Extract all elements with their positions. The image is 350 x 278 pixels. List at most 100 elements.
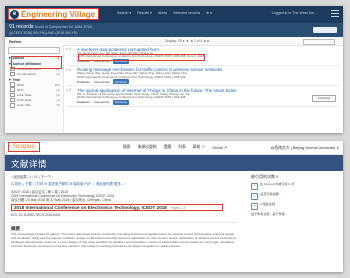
ev-nav-more[interactable]: ⊕ ▾ [206, 11, 212, 15]
highlight-box [78, 54, 205, 61]
ev-nav-search[interactable]: Search ▾ [117, 11, 131, 15]
record-checkbox[interactable]: □ 1 [66, 47, 71, 51]
ev-results-banner: 91 records found in Compendex for 1884-2… [5, 23, 343, 37]
doi[interactable]: DOI: 10.1109/ELTECH.2018.8401.. [11, 213, 237, 217]
ev-query: (((ICEDT 2018) WN PN)) AND (2018 WN YR) [9, 31, 78, 35]
facet-name: Conf. Date [16, 98, 32, 103]
record-database: Database: Compendex Full text ▸ [77, 99, 338, 105]
ev-result-record: □ 3 The typical application of Internet … [66, 86, 340, 107]
ev-facet-year-label: ▼ Year [8, 77, 21, 82]
sc-nav-scival[interactable]: SciVal ↗ [212, 145, 227, 150]
engineering-village-screenshot: e Engineering Village Search ▾ Results ▾… [5, 6, 343, 133]
citation-alert-link[interactable]: 设置引用提醒 › [260, 192, 280, 197]
sc-metrics-panel: 被引用的次数 0 ❝ 在 Scopus 中被引用 0 次 ♪ 设置引用提醒 › … [251, 174, 337, 217]
facet-name: Journal article [16, 72, 37, 76]
facet-count: (89) [54, 82, 60, 87]
facet-count: (2) [56, 87, 60, 92]
ev-facet-year[interactable]: ▼ Year [8, 78, 60, 82]
full-text-button[interactable]: Full text ▸ [112, 79, 129, 84]
ev-top-bar: e Engineering Village Search ▾ Results ▾… [5, 6, 343, 23]
bell-icon: ♪ [251, 193, 258, 200]
cited-by-row: ❝ 在 Scopus 中被引用 0 次 [251, 182, 337, 190]
ev-pagination[interactable]: Display: 25 ▾ ◄ ◄ 1 of 4 ►► [165, 39, 210, 43]
scopus-logo[interactable]: Scopus [8, 142, 40, 152]
sc-nav-help[interactable]: 帮助 ∨ [193, 145, 205, 150]
sc-nav-lists[interactable]: 列表 [178, 145, 186, 150]
sc-header: 文献详情 [5, 155, 343, 171]
ev-nav: Search ▾ Results ▾ Alerts Selected recor… [117, 11, 212, 15]
facet-name: 2018 [16, 82, 24, 87]
ev-facet-item[interactable]: 2017 (2) [10, 87, 60, 93]
full-text-button[interactable]: Full text ▸ [112, 99, 129, 105]
conference-title-highlight: 2018 International Conference on Electro… [11, 204, 223, 212]
related-docs-row: ≡ 0 相关文献 [251, 202, 337, 210]
ev-refine-input[interactable] [8, 47, 60, 54]
ev-count-suffix: found in Compendex for 1884-2018: [34, 25, 93, 29]
facet-count: (3) [56, 103, 60, 108]
record-database: Database: Compendex Full text ▸ [77, 79, 338, 84]
facet-name: Conf. Title [16, 103, 31, 108]
conference-pages: Pages 1-5 [170, 205, 186, 210]
sc-action-bar[interactable]: ⊡ 导出 ⤓ 下载 ☐ 打印 ✉ 发送电子邮件 ⊞ 保存到 PDF ☆ 添加到列… [11, 181, 237, 186]
sc-nav: 搜索 来源出版物 提醒 列表 帮助 ∨ SciVal ↗ [123, 145, 227, 150]
ev-user[interactable]: Logged in to The West Uni... [272, 11, 317, 15]
facet-name: Conf. Date [16, 92, 32, 97]
ev-logo-text: Engineering Village [21, 9, 96, 19]
checkbox[interactable] [10, 92, 15, 98]
ev-facet-item[interactable]: Conf. Date (6) [10, 92, 60, 98]
ev-facet-item[interactable]: Conf. Date (4) [10, 97, 60, 103]
checkbox[interactable] [10, 71, 15, 77]
sc-top-bar: Scopus 搜索 来源出版物 提醒 列表 帮助 ∨ SciVal ↗ @西南交… [5, 141, 343, 155]
metrics-heading: 被引用的次数 0 [251, 174, 279, 179]
db-label: Database: [77, 100, 91, 105]
sc-nav-sources[interactable]: 来源出版物 [138, 145, 157, 150]
record-checkbox[interactable]: □ 3 [66, 88, 71, 92]
db-value: Compendex [93, 100, 110, 105]
ev-refine-sidebar: ▼ Author ▲ ▼ Author affiliation Conferen… [5, 45, 64, 133]
record-checkbox[interactable]: □ 2 [66, 68, 71, 72]
quote-icon: ❝ [251, 183, 258, 190]
menu-icon[interactable] [331, 10, 339, 18]
sc-nav-alerts[interactable]: 提醒 [164, 145, 172, 150]
ev-refine-title: Refine [9, 39, 22, 44]
ev-logo-icon: e [10, 9, 19, 19]
facet-name: 2017 [16, 87, 24, 92]
ev-logo[interactable]: e Engineering Village [8, 8, 100, 20]
checkbox[interactable] [10, 82, 15, 88]
checkbox[interactable] [10, 87, 15, 93]
citation-alert-row[interactable]: ♪ 设置引用提醒 › [251, 192, 337, 200]
ev-result-record: □ 1 A low-level dual polarized corrugate… [66, 45, 340, 66]
facet-count: (6) [56, 92, 60, 97]
breadcrumb[interactable]: ‹ 返回结果 | 1 / 91 | 下一个 › [11, 174, 237, 179]
db-value: Compendex [93, 79, 110, 84]
ev-result-count: 91 records found in Compendex for 1884-2… [9, 24, 93, 30]
ev-nav-results[interactable]: Results ▾ [137, 11, 152, 15]
related-docs-links[interactable]: 基于参考文献 › 基于作者 › [251, 212, 337, 217]
ev-facet-item[interactable]: Journal article (3) [10, 71, 60, 77]
highlight-box [11, 56, 62, 69]
sc-user[interactable]: @西南交大 | Beijing Normal University ∨ [271, 145, 339, 151]
cited-by-text: 在 Scopus 中被引用 0 次 [260, 182, 295, 186]
checkbox[interactable] [10, 102, 15, 108]
ev-results-list: □ 1 A low-level dual polarized corrugate… [66, 45, 340, 133]
full-text-link-button[interactable]: Full text ▸ [312, 95, 336, 102]
facet-count: (3) [56, 72, 60, 76]
db-label: Database: [77, 79, 91, 84]
page-title: 文献详情 [11, 159, 48, 169]
abstract-text: The proceedings contain 87 papers. The t… [11, 232, 237, 249]
checkbox[interactable] [10, 97, 15, 103]
ev-nav-alerts[interactable]: Alerts [158, 11, 167, 15]
scopus-screenshot: Scopus 搜索 来源出版物 提醒 列表 帮助 ∨ SciVal ↗ @西南交… [5, 141, 343, 272]
sc-nav-search[interactable]: 搜索 [123, 145, 131, 150]
conference-title[interactable]: 2018 International Conference on Electro… [14, 205, 167, 210]
ev-facet-item[interactable]: 2018 (89) [10, 82, 60, 88]
ev-nav-selected[interactable]: Selected records [173, 11, 200, 15]
divider [11, 222, 237, 224]
ev-facet-item[interactable]: Conf. Title (3) [10, 102, 60, 108]
doc-meta-line: 会议日期: 23 May 2018 到 27 May 2018 | 会议地点: … [11, 198, 111, 203]
related-docs-text: 0 相关文献 [260, 202, 275, 206]
document-icon: ≡ [251, 203, 258, 210]
ev-edit-search-button[interactable] [313, 27, 337, 33]
facet-count: (4) [56, 98, 60, 103]
ev-result-record: □ 2 Routing message mechanism for traffi… [66, 66, 340, 86]
